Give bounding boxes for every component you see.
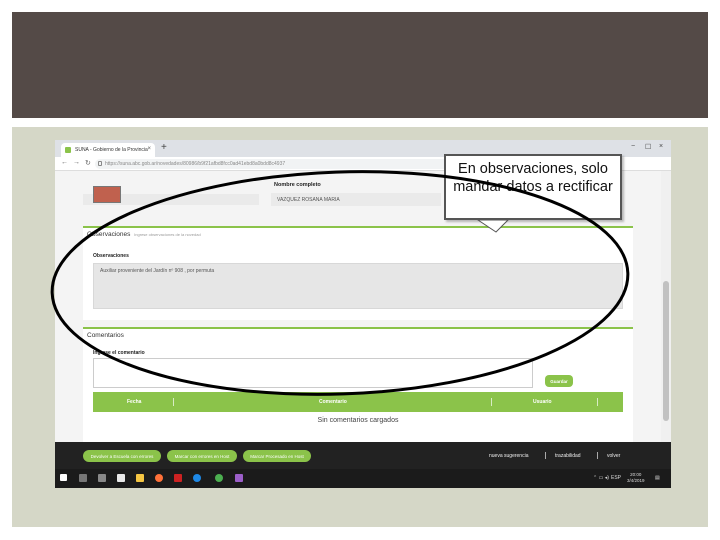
back-icon[interactable]: ← xyxy=(61,159,68,166)
chrome-icon[interactable] xyxy=(215,474,223,482)
column-separator xyxy=(597,398,598,406)
slide-header-banner xyxy=(12,12,708,118)
nombre-field: VAZQUEZ ROSANA MARIA xyxy=(271,193,441,206)
maximize-icon[interactable]: ☐ xyxy=(645,143,651,151)
store-icon[interactable] xyxy=(117,474,125,482)
windows-start-icon[interactable] xyxy=(60,474,67,481)
language-indicator[interactable]: ESP xyxy=(611,475,621,481)
nueva-sugerencia-link[interactable]: nueva sugerencia xyxy=(489,453,528,459)
column-comentario: Comentario xyxy=(319,399,347,405)
tray-icons[interactable]: ⌃ ▭ ◂) xyxy=(593,475,609,481)
window-close-icon[interactable]: × xyxy=(659,143,663,150)
link-separator xyxy=(545,452,546,459)
new-tab-button[interactable]: + xyxy=(161,142,167,153)
reload-icon[interactable]: ↻ xyxy=(85,159,91,167)
lock-icon xyxy=(98,161,102,166)
minimize-icon[interactable]: − xyxy=(631,143,635,150)
page-scrollbar[interactable] xyxy=(661,171,671,442)
action-bar: Devolver a Escuela con errores Marcar co… xyxy=(55,442,671,469)
comentario-input[interactable] xyxy=(93,358,533,388)
marcar-procesado-host-button[interactable]: Marcar Procesado en Host xyxy=(243,450,311,462)
tab-close-icon[interactable]: × xyxy=(147,146,151,152)
annotation-callout: En observaciones, solo mandar datos a re… xyxy=(444,154,622,220)
comentarios-table-header: Fecha Comentario Usuario xyxy=(93,392,623,412)
empty-comments-text: Sin comentarios cargados xyxy=(317,417,399,424)
guardar-button[interactable]: Guardar xyxy=(545,375,573,387)
clock-date: 3/4/2019 xyxy=(627,478,645,483)
app-icon[interactable] xyxy=(174,474,182,482)
column-fecha: Fecha xyxy=(127,399,142,405)
observaciones-card: Observaciones Ingrese observaciones de l… xyxy=(83,226,633,320)
volver-link[interactable]: volver xyxy=(607,453,620,459)
task-view-icon[interactable] xyxy=(98,474,106,482)
devolver-escuela-button[interactable]: Devolver a Escuela con errores xyxy=(83,450,161,462)
notifications-icon[interactable]: ▤ xyxy=(655,475,660,481)
forward-icon[interactable]: → xyxy=(73,159,80,166)
nombre-label: Nombre completo xyxy=(274,182,321,188)
marcar-errores-host-button[interactable]: Marcar con errores en Host xyxy=(167,450,237,462)
trazabilidad-link[interactable]: trazabilidad xyxy=(555,453,581,459)
comentarios-card: Comentarios Ingrese el comentario Guarda… xyxy=(83,327,633,442)
observaciones-subtitle: Ingrese observaciones de la novedad xyxy=(134,232,201,237)
redacted-box xyxy=(93,186,121,203)
windows-taskbar: ⌃ ▭ ◂) ESP 20:00 3/4/2019 ▤ xyxy=(55,469,671,488)
column-separator xyxy=(491,398,492,406)
observaciones-title-text: Observaciones xyxy=(87,231,131,238)
comentario-label: Ingrese el comentario xyxy=(93,350,145,356)
column-separator xyxy=(173,398,174,406)
observaciones-textarea[interactable]: Auxiliar proveniente del Jardín nº 908 ,… xyxy=(93,263,623,309)
favicon-icon xyxy=(65,147,71,153)
explorer-icon[interactable] xyxy=(136,474,144,482)
browser-tab[interactable]: SUNA - Gobierno de la Provincia × xyxy=(61,143,155,157)
column-usuario: Usuario xyxy=(533,399,552,405)
link-separator xyxy=(597,452,598,459)
scrollbar-thumb[interactable] xyxy=(663,281,669,421)
edge-icon[interactable] xyxy=(193,474,201,482)
app-icon[interactable] xyxy=(235,474,243,482)
search-icon[interactable] xyxy=(79,474,87,482)
system-clock[interactable]: 20:00 3/4/2019 xyxy=(627,472,645,484)
observaciones-title: Observaciones Ingrese observaciones de l… xyxy=(87,231,201,238)
tab-title: SUNA - Gobierno de la Provincia xyxy=(75,147,148,153)
comentarios-title: Comentarios xyxy=(87,332,124,339)
observaciones-label: Observaciones xyxy=(93,253,129,259)
firefox-icon[interactable] xyxy=(155,474,163,482)
